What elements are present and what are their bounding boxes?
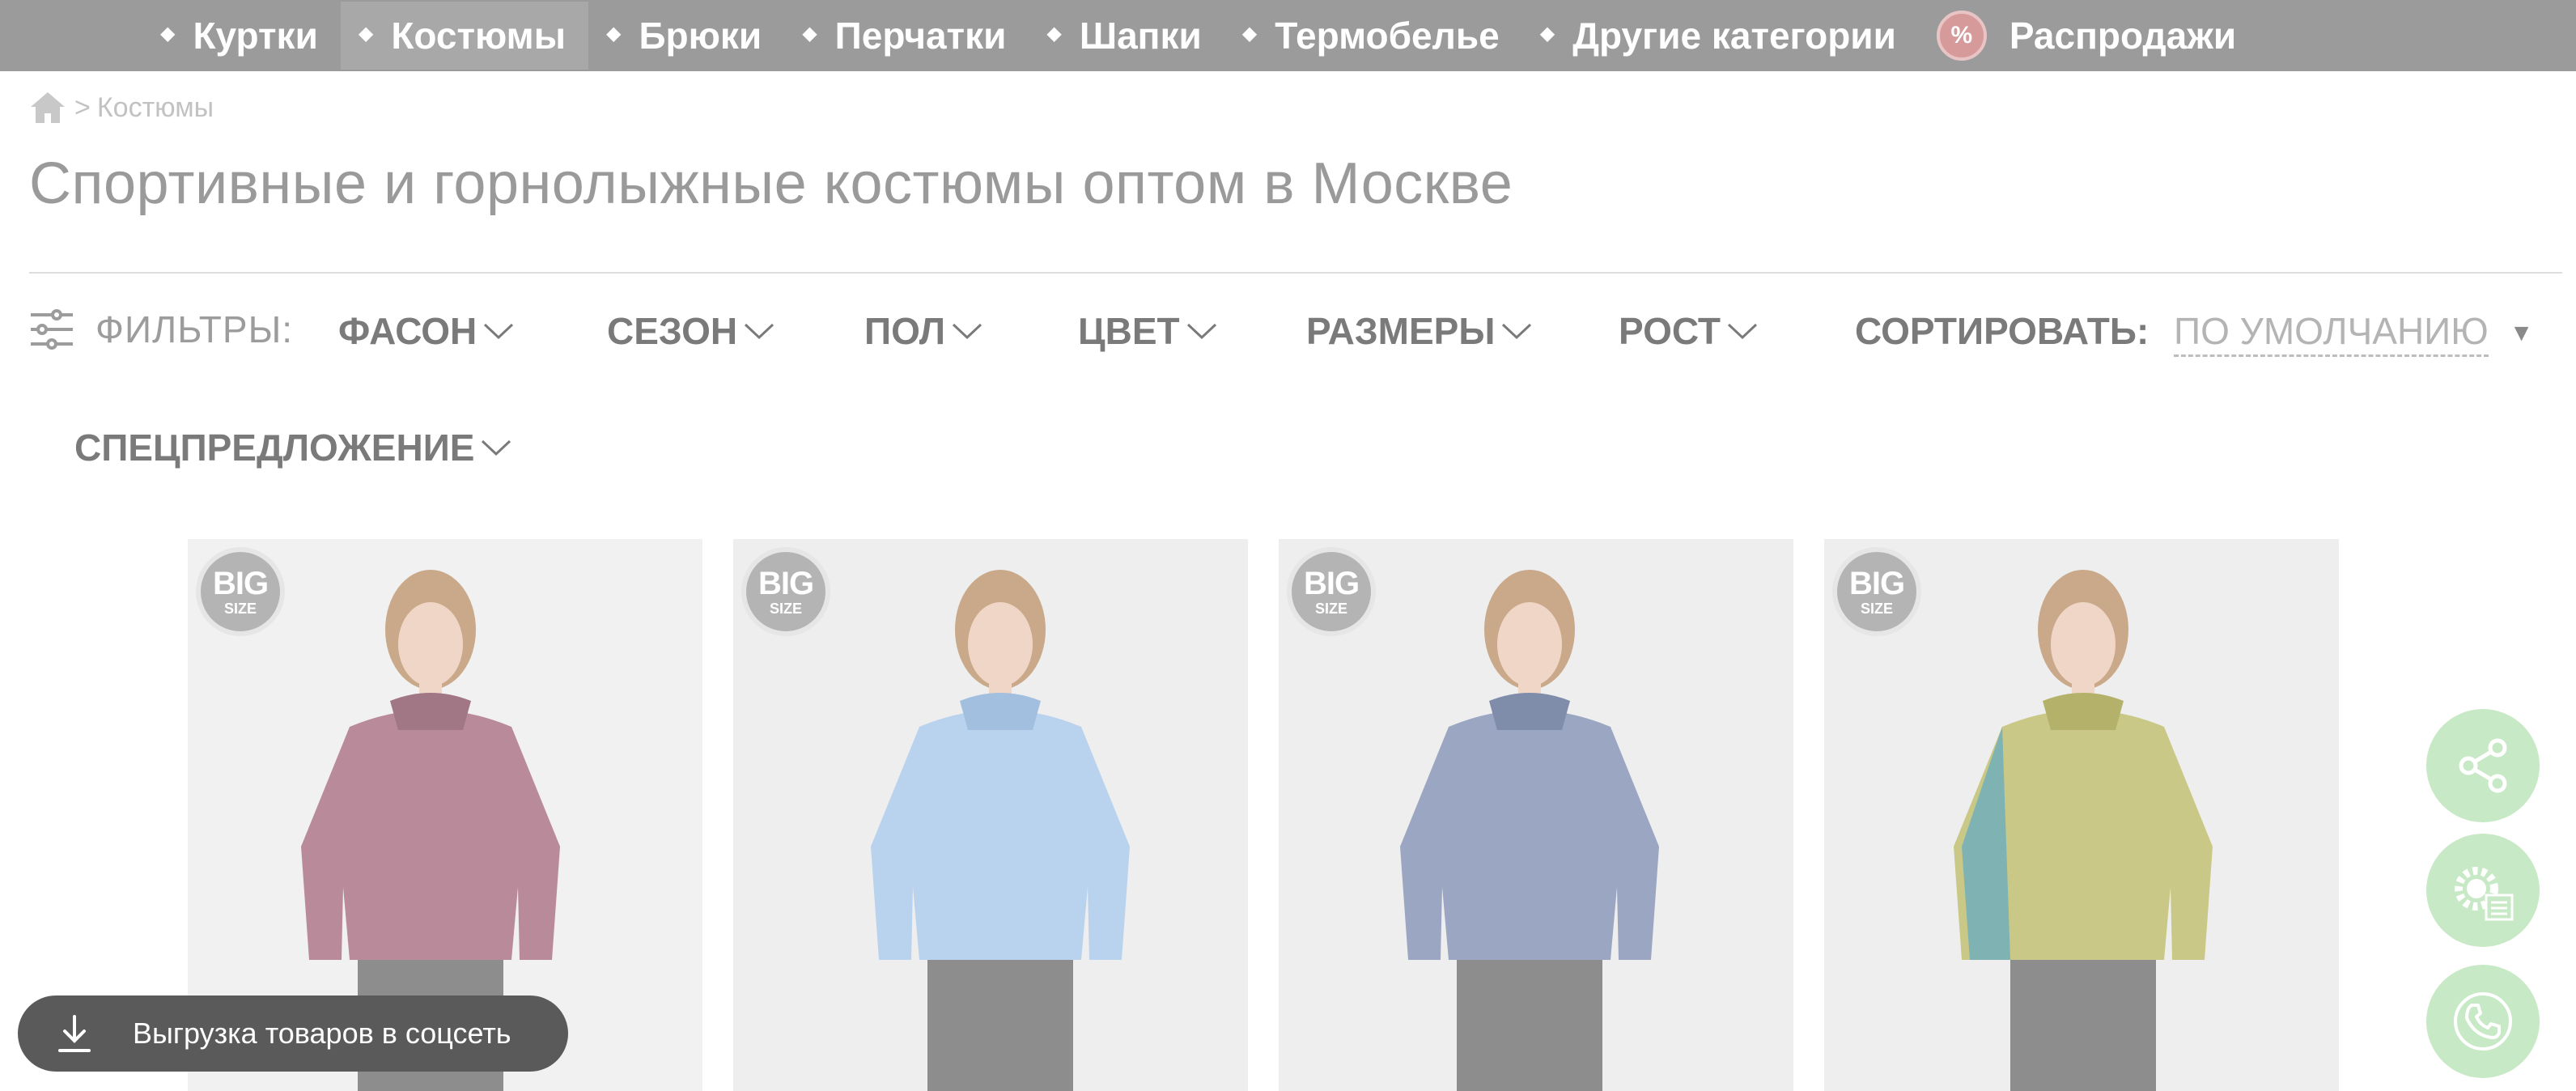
nav-item-label: Куртки <box>193 15 318 57</box>
nav-item-sale[interactable]: % Распродажи <box>1919 2 2259 70</box>
chevron-down-icon <box>482 439 511 456</box>
page-title: Спортивные и горнолыжные костюмы оптом в… <box>29 151 1513 216</box>
nav-item-hats[interactable]: ◆ Шапки <box>1029 2 1224 70</box>
nav-item-label: Термобелье <box>1275 15 1500 57</box>
nav-item-label: Другие категории <box>1572 15 1896 57</box>
filter-style-dropdown[interactable]: ФАСОН <box>338 309 516 353</box>
filter-label: ПОЛ <box>864 310 945 352</box>
filter-label: РОСТ <box>1619 310 1721 352</box>
big-size-badge: BIG SIZE <box>1287 547 1376 636</box>
filter-label: ФАСОН <box>338 310 477 352</box>
nav-item-thermal[interactable]: ◆ Термобелье <box>1224 2 1522 70</box>
filters-bar: ФИЛЬТРЫ: ФАСОН СЕЗОН ПОЛ ЦВЕТ РАЗМЕРЫ РО… <box>29 301 2554 366</box>
filter-label: СЕЗОН <box>607 310 738 352</box>
phone-icon <box>2454 992 2512 1051</box>
filter-sizes-dropdown[interactable]: РАЗМЕРЫ <box>1306 309 1534 353</box>
filter-season-dropdown[interactable]: СЕЗОН <box>607 309 776 353</box>
big-size-badge: BIG SIZE <box>196 547 285 636</box>
sliders-icon <box>31 309 73 350</box>
nav-item-jackets[interactable]: ◆ Куртки <box>142 2 341 70</box>
chevron-down-icon <box>1728 323 1758 340</box>
settings-list-icon <box>2455 867 2514 921</box>
export-to-social-button[interactable]: Выгрузка товаров в соцсеть <box>18 995 568 1072</box>
chevron-down-icon <box>1502 323 1532 340</box>
filter-height-dropdown[interactable]: РОСТ <box>1619 309 1759 353</box>
product-card[interactable]: BIG SIZE <box>1824 539 2339 1091</box>
product-card[interactable]: BIG SIZE <box>1279 539 1793 1091</box>
chevron-down-icon <box>745 323 774 340</box>
bullet-icon: ◆ <box>605 22 622 45</box>
sort-value: ПО УМОЛЧАНИЮ <box>2174 309 2489 357</box>
bullet-icon: ◆ <box>1539 22 1555 45</box>
bullet-icon: ◆ <box>160 22 176 45</box>
share-button[interactable] <box>2426 709 2540 822</box>
filter-gender-dropdown[interactable]: ПОЛ <box>864 309 984 353</box>
export-button-label: Выгрузка товаров в соцсеть <box>133 1017 511 1050</box>
chevron-down-icon <box>1186 323 1216 340</box>
sort-select[interactable]: ПО УМОЛЧАНИЮ ▼ <box>2174 309 2533 357</box>
home-icon[interactable] <box>29 91 66 125</box>
breadcrumb: > Костюмы <box>29 91 214 125</box>
nav-item-label: Костюмы <box>391 15 566 57</box>
nav-item-other[interactable]: ◆ Другие категории <box>1522 2 1919 70</box>
breadcrumb-separator: > <box>74 91 91 123</box>
percent-icon: % <box>1936 11 1987 61</box>
bullet-icon: ◆ <box>1241 22 1258 45</box>
download-icon <box>58 1015 91 1052</box>
settings-button[interactable] <box>2426 834 2540 947</box>
share-icon <box>2459 738 2507 793</box>
nav-item-label: Перчатки <box>834 15 1007 57</box>
nav-item-label: Шапки <box>1079 15 1202 57</box>
chevron-down-icon <box>952 323 982 340</box>
breadcrumb-current: Костюмы <box>96 91 214 123</box>
filter-label: РАЗМЕРЫ <box>1306 310 1496 352</box>
filters-label-text: ФИЛЬТРЫ: <box>95 308 294 350</box>
big-size-badge: BIG SIZE <box>741 547 830 636</box>
filter-label: СПЕЦПРЕДЛОЖЕНИЕ <box>74 427 475 469</box>
bullet-icon: ◆ <box>358 22 374 45</box>
filter-label: ЦВЕТ <box>1078 310 1180 352</box>
chevron-down-icon <box>484 323 514 340</box>
product-card[interactable]: BIG SIZE <box>733 539 1248 1091</box>
caret-down-icon: ▼ <box>2509 319 2534 346</box>
big-size-badge: BIG SIZE <box>1832 547 1921 636</box>
sort-label: СОРТИРОВАТЬ: <box>1855 310 2149 352</box>
nav-item-label: Распродажи <box>2009 15 2237 57</box>
filter-special-offer-dropdown[interactable]: СПЕЦПРЕДЛОЖЕНИЕ <box>74 426 513 469</box>
category-nav: ◆ Куртки ◆ Костюмы ◆ Брюки ◆ Перчатки ◆ Шапки… <box>0 0 2576 71</box>
nav-item-gloves[interactable]: ◆ Перчатки <box>784 2 1029 70</box>
call-button[interactable] <box>2426 965 2540 1078</box>
nav-item-label: Брюки <box>639 15 762 57</box>
filters-label: ФИЛЬТРЫ: <box>29 308 293 351</box>
divider <box>29 272 2562 274</box>
nav-item-suits[interactable]: ◆ Костюмы <box>340 2 588 70</box>
filter-color-dropdown[interactable]: ЦВЕТ <box>1078 309 1219 353</box>
nav-item-pants[interactable]: ◆ Брюки <box>588 2 784 70</box>
bullet-icon: ◆ <box>1046 22 1062 45</box>
bullet-icon: ◆ <box>802 22 817 45</box>
